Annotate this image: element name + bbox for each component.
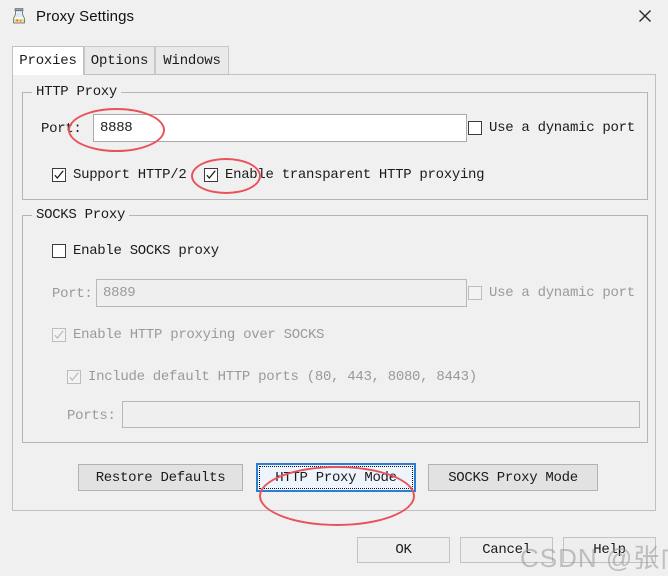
support-http2-checkbox[interactable]: Support HTTP/2 bbox=[52, 167, 187, 183]
transparent-proxy-checkbox[interactable]: Enable transparent HTTP proxying bbox=[204, 167, 485, 183]
transparent-proxy-label: Enable transparent HTTP proxying bbox=[225, 167, 485, 183]
checkbox-box bbox=[204, 168, 218, 182]
enable-socks-checkbox[interactable]: Enable SOCKS proxy bbox=[52, 243, 219, 259]
socks-port-label: Port: bbox=[52, 286, 93, 302]
http-proxy-mode-button[interactable]: HTTP Proxy Mode bbox=[256, 463, 416, 492]
socks-ports-label: Ports: bbox=[67, 408, 116, 424]
checkbox-box bbox=[67, 370, 81, 384]
ok-button[interactable]: OK bbox=[357, 537, 450, 563]
close-button[interactable] bbox=[622, 0, 668, 32]
restore-defaults-label: Restore Defaults bbox=[95, 469, 226, 486]
tab-options[interactable]: Options bbox=[84, 46, 155, 74]
tab-windows[interactable]: Windows bbox=[155, 46, 229, 74]
checkbox-box bbox=[52, 328, 66, 342]
enable-socks-label: Enable SOCKS proxy bbox=[73, 243, 219, 259]
tab-windows-label: Windows bbox=[163, 52, 221, 69]
window-title: Proxy Settings bbox=[36, 7, 135, 25]
checkbox-box bbox=[52, 168, 66, 182]
http-port-input[interactable]: 8888 bbox=[93, 114, 467, 142]
http-over-socks-label: Enable HTTP proxying over SOCKS bbox=[73, 327, 325, 343]
http-port-value: 8888 bbox=[100, 120, 133, 136]
socks-proxy-mode-label: SOCKS Proxy Mode bbox=[448, 469, 578, 486]
socks-port-value: 8889 bbox=[103, 285, 136, 301]
cancel-button[interactable]: Cancel bbox=[460, 537, 553, 563]
http-proxy-group: HTTP Proxy Port: 8888 Use a dynamic port… bbox=[22, 84, 648, 200]
restore-defaults-button[interactable]: Restore Defaults bbox=[78, 464, 243, 491]
http-port-label: Port: bbox=[41, 121, 82, 137]
proxies-panel: HTTP Proxy Port: 8888 Use a dynamic port… bbox=[12, 74, 656, 511]
tab-proxies-label: Proxies bbox=[19, 53, 77, 69]
help-button[interactable]: Help bbox=[563, 537, 656, 563]
tab-strip: Proxies Options Windows bbox=[12, 46, 656, 75]
socks-proxy-mode-button[interactable]: SOCKS Proxy Mode bbox=[428, 464, 598, 491]
include-default-ports-label: Include default HTTP ports (80, 443, 808… bbox=[88, 369, 477, 385]
help-label: Help bbox=[593, 542, 626, 558]
include-default-ports-checkbox[interactable]: Include default HTTP ports (80, 443, 808… bbox=[67, 369, 477, 385]
socks-dynamic-port-label: Use a dynamic port bbox=[489, 285, 635, 301]
tab-proxies[interactable]: Proxies bbox=[12, 46, 84, 75]
checkbox-box bbox=[468, 121, 482, 135]
socks-proxy-group: SOCKS Proxy Enable SOCKS proxy Port: 888… bbox=[22, 207, 648, 443]
checkbox-box bbox=[468, 286, 482, 300]
socks-port-input[interactable]: 8889 bbox=[96, 279, 467, 307]
checkbox-box bbox=[52, 244, 66, 258]
http-dynamic-port-label: Use a dynamic port bbox=[489, 120, 635, 136]
http-proxy-mode-label: HTTP Proxy Mode bbox=[275, 469, 397, 486]
http-over-socks-checkbox[interactable]: Enable HTTP proxying over SOCKS bbox=[52, 327, 324, 343]
tab-options-label: Options bbox=[90, 52, 149, 69]
socks-proxy-group-title: SOCKS Proxy bbox=[32, 207, 130, 223]
cancel-label: Cancel bbox=[482, 542, 531, 558]
proxy-settings-window: Proxy Settings Proxies Options Windows H… bbox=[0, 0, 668, 576]
support-http2-label: Support HTTP/2 bbox=[73, 167, 187, 183]
ok-label: OK bbox=[395, 542, 412, 558]
http-proxy-group-title: HTTP Proxy bbox=[32, 84, 122, 100]
socks-ports-input[interactable] bbox=[122, 401, 640, 428]
http-dynamic-port-checkbox[interactable]: Use a dynamic port bbox=[468, 120, 635, 136]
socks-dynamic-port-checkbox[interactable]: Use a dynamic port bbox=[468, 285, 635, 301]
charles-proxy-icon bbox=[10, 7, 28, 25]
title-bar: Proxy Settings bbox=[0, 0, 668, 32]
